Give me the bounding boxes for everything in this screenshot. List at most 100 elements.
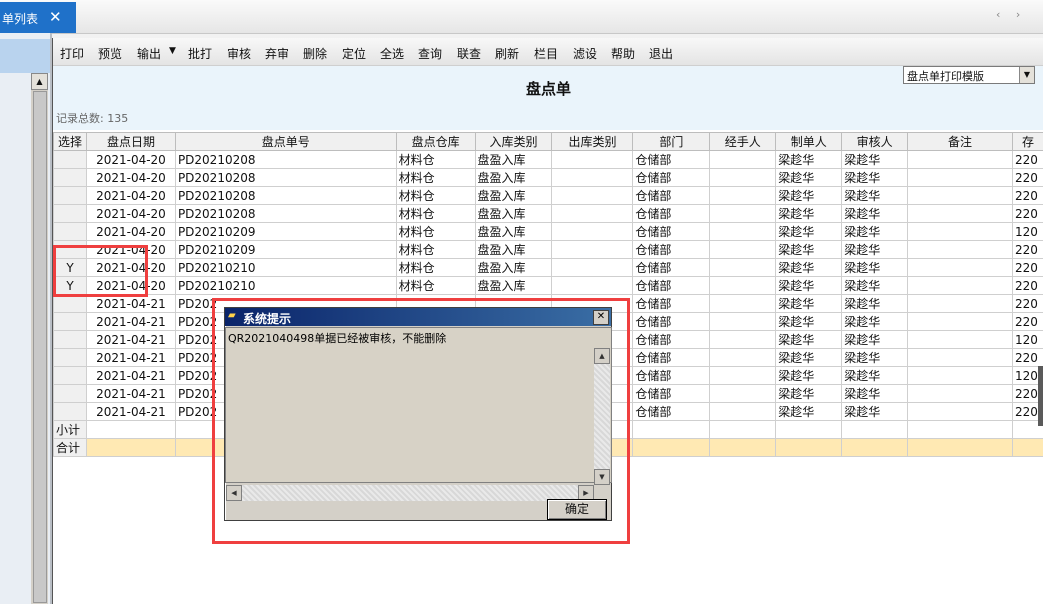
toolbar-button-11[interactable]: 联查 (457, 45, 481, 62)
table-cell (709, 258, 777, 277)
table-cell (907, 384, 1013, 403)
toolbar-button-3[interactable]: 输出 (137, 45, 161, 62)
scroll-left-icon[interactable]: ◀ (226, 485, 242, 501)
column-header[interactable]: 审核人 (841, 132, 909, 151)
table-cell: PD20210209 (174, 222, 397, 241)
table-row[interactable]: 2021-04-20 PD20210208 材料仓 盘盈入库 仓储部 梁趁华 梁趁华 220 (53, 186, 1043, 205)
table-cell (709, 204, 777, 223)
table-cell: 220 (1011, 150, 1043, 169)
table-cell: 盘盈入库 (474, 222, 553, 241)
table-cell: 梁趁华 (841, 168, 909, 187)
table-cell (709, 222, 777, 241)
table-cell: 材料仓 (395, 168, 476, 187)
column-header[interactable]: 盘点日期 (85, 132, 176, 151)
template-select[interactable]: 盘点单打印模版 ▼ (903, 66, 1035, 84)
table-cell: 材料仓 (395, 258, 476, 277)
scroll-up-icon[interactable]: ▲ (594, 348, 610, 364)
toolbar-button-8[interactable]: 定位 (342, 45, 366, 62)
row-select-cell[interactable] (53, 366, 87, 385)
dialog-message-area[interactable]: QR2021040498单据已经被审核，不能删除 ▲ ▼ ◀ ▶ (225, 327, 612, 501)
toolbar-button-16[interactable]: 退出 (649, 45, 673, 62)
toolbar-button-5[interactable]: 审核 (227, 45, 251, 62)
column-header[interactable]: 盘点仓库 (395, 132, 476, 151)
table-cell (907, 186, 1013, 205)
table-row[interactable]: Y 2021-04-20 PD20210210 材料仓 盘盈入库 仓储部 梁趁华 梁趁华 220 (53, 276, 1043, 295)
right-scrollbar-thumb[interactable] (1038, 366, 1043, 426)
table-cell: 仓储部 (632, 330, 711, 349)
toolbar-button-6[interactable]: 弃审 (265, 45, 289, 62)
table-cell (551, 258, 634, 277)
toolbar-button-4[interactable]: 批打 (188, 45, 212, 62)
toolbar-button-15[interactable]: 帮助 (611, 45, 635, 62)
left-panel: ▲ (0, 33, 52, 604)
ok-button[interactable]: 确定 (547, 499, 607, 520)
toolbar-button-14[interactable]: 滤设 (573, 45, 597, 62)
table-row[interactable]: 2021-04-20 PD20210208 材料仓 盘盈入库 仓储部 梁趁华 梁趁华 220 (53, 204, 1043, 223)
table-row[interactable]: 2021-04-20 PD20210208 材料仓 盘盈入库 仓储部 梁趁华 梁趁华 220 (53, 150, 1043, 169)
dialog-titlebar[interactable]: ▰ 系统提示 ✕ (225, 308, 611, 326)
row-select-cell[interactable] (53, 294, 87, 313)
table-cell: PD20210208 (174, 204, 397, 223)
scroll-up-icon[interactable]: ▲ (31, 73, 48, 90)
column-header[interactable]: 出库类别 (551, 132, 634, 151)
table-cell (907, 402, 1013, 421)
table-cell: 梁趁华 (841, 384, 909, 403)
table-row[interactable]: 2021-04-20 PD20210209 材料仓 盘盈入库 仓储部 梁趁华 梁趁华 120 (53, 222, 1043, 241)
column-header[interactable]: 经手人 (709, 132, 777, 151)
row-select-cell[interactable] (53, 222, 87, 241)
table-cell: 梁趁华 (841, 312, 909, 331)
table-cell (907, 204, 1013, 223)
table-cell (907, 168, 1013, 187)
toolbar-button-12[interactable]: 刷新 (495, 45, 519, 62)
toolbar-button-7[interactable]: 删除 (303, 45, 327, 62)
left-panel-selected-item[interactable] (0, 39, 50, 73)
toolbar-button-1[interactable]: 打印 (60, 45, 84, 62)
row-select-cell[interactable] (53, 186, 87, 205)
row-select-cell[interactable] (53, 204, 87, 223)
table-cell (632, 420, 711, 439)
table-cell: 仓储部 (632, 312, 711, 331)
row-select-cell[interactable] (53, 384, 87, 403)
table-cell: 梁趁华 (775, 258, 843, 277)
column-header[interactable]: 盘点单号 (174, 132, 397, 151)
toolbar-button-13[interactable]: 栏目 (534, 45, 558, 62)
table-row[interactable]: Y 2021-04-20 PD20210210 材料仓 盘盈入库 仓储部 梁趁华 梁趁华 220 (53, 258, 1043, 277)
table-cell: 仓储部 (632, 276, 711, 295)
close-icon[interactable]: ✕ (49, 8, 62, 26)
toolbar-button-10[interactable]: 查询 (418, 45, 442, 62)
column-header[interactable]: 存 (1011, 132, 1043, 151)
table-cell: 梁趁华 (841, 294, 909, 313)
subtotal-label: 小计 (53, 420, 87, 439)
toolbar-button-9[interactable]: 全选 (380, 45, 404, 62)
row-select-cell[interactable] (53, 168, 87, 187)
dialog-vertical-scrollbar[interactable]: ▲ ▼ (594, 348, 610, 485)
table-cell: PD20210210 (174, 258, 397, 277)
column-header[interactable]: 部门 (632, 132, 711, 151)
row-select-cell[interactable] (53, 312, 87, 331)
scroll-down-icon[interactable]: ▼ (594, 469, 610, 485)
column-header[interactable]: 选择 (53, 132, 87, 151)
dialog-horizontal-scrollbar[interactable]: ◀ ▶ (226, 485, 594, 501)
column-header[interactable]: 制单人 (775, 132, 843, 151)
table-cell: 梁趁华 (775, 330, 843, 349)
table-cell: 梁趁华 (775, 402, 843, 421)
column-header[interactable]: 备注 (907, 132, 1013, 151)
chevron-down-icon[interactable]: ▼ (169, 46, 176, 56)
table-row[interactable]: 2021-04-20 PD20210209 材料仓 盘盈入库 仓储部 梁趁华 梁趁华 220 (53, 240, 1043, 259)
table-row[interactable]: 2021-04-20 PD20210208 材料仓 盘盈入库 仓储部 梁趁华 梁趁华 220 (53, 168, 1043, 187)
table-cell (907, 258, 1013, 277)
left-scrollbar-thumb[interactable] (33, 91, 47, 603)
selection-highlight-box (53, 245, 148, 297)
tab-active[interactable]: 单列表 ✕ (0, 2, 76, 33)
row-select-cell[interactable] (53, 402, 87, 421)
column-header[interactable]: 入库类别 (474, 132, 553, 151)
table-cell: 220 (1011, 294, 1043, 313)
row-select-cell[interactable] (53, 330, 87, 349)
tab-nav-arrows-icon[interactable]: ‹ › (996, 8, 1026, 21)
row-select-cell[interactable] (53, 348, 87, 367)
row-select-cell[interactable] (53, 150, 87, 169)
close-icon[interactable]: ✕ (593, 310, 609, 325)
table-cell (709, 420, 777, 439)
toolbar-button-2[interactable]: 预览 (98, 45, 122, 62)
chevron-down-icon[interactable]: ▼ (1019, 67, 1034, 83)
